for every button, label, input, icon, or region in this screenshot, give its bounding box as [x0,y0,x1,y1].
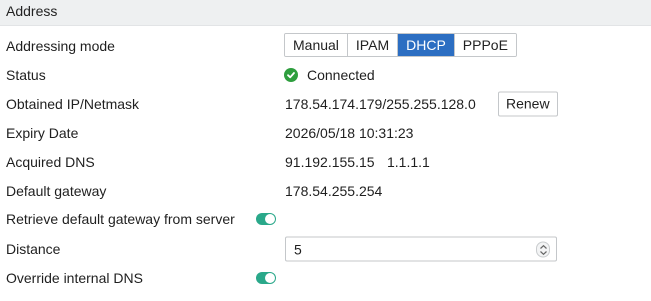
default-gateway-value: 178.54.255.254 [285,182,383,199]
renew-button[interactable]: Renew [498,91,558,116]
dns-primary-value: 91.192.155.15 [285,153,375,170]
mode-manual-button[interactable]: Manual [285,34,348,56]
obtained-ip-row: Obtained IP/Netmask 178.54.174.179/255.2… [0,89,651,118]
expiry-value: 2026/05/18 10:31:23 [285,124,414,141]
acquired-dns-label: Acquired DNS [6,153,95,170]
addressing-mode-label: Addressing mode [6,37,115,54]
retrieve-gateway-toggle[interactable] [256,212,276,225]
status-row: Status Connected [0,60,651,89]
override-dns-toggle[interactable] [256,271,276,284]
obtained-ip-label: Obtained IP/Netmask [6,95,140,112]
expiry-label: Expiry Date [6,124,79,141]
distance-label: Distance [6,240,61,257]
override-dns-label: Override internal DNS [6,269,143,286]
default-gateway-row: Default gateway 178.54.255.254 [0,176,651,205]
number-spinner-icon[interactable] [536,241,550,257]
addressing-mode-selector: Manual IPAM DHCP PPPoE [284,33,517,57]
mode-ipam-button[interactable]: IPAM [347,34,399,56]
distance-value: 5 [294,241,302,257]
section-header: Address [0,0,651,26]
mode-dhcp-button[interactable]: DHCP [398,34,455,56]
acquired-dns-row: Acquired DNS 91.192.155.15 1.1.1.1 [0,147,651,176]
override-dns-row: Override internal DNS [0,263,651,292]
status-label: Status [6,66,46,83]
status-value: Connected [307,66,375,83]
obtained-ip-value: 178.54.174.179/255.255.128.0 [285,95,476,112]
retrieve-gateway-label: Retrieve default gateway from server [6,210,235,227]
toggle-knob [265,272,275,283]
check-circle-icon [284,67,298,82]
distance-input[interactable]: 5 [285,236,557,261]
toggle-knob [265,213,275,224]
dns-secondary-value: 1.1.1.1 [387,153,430,170]
default-gateway-label: Default gateway [6,182,107,199]
mode-pppoe-button[interactable]: PPPoE [454,34,516,56]
section-title: Address [6,3,58,19]
expiry-row: Expiry Date 2026/05/18 10:31:23 [0,118,651,147]
distance-row: Distance 5 [0,234,651,263]
retrieve-gateway-row: Retrieve default gateway from server [0,204,651,233]
